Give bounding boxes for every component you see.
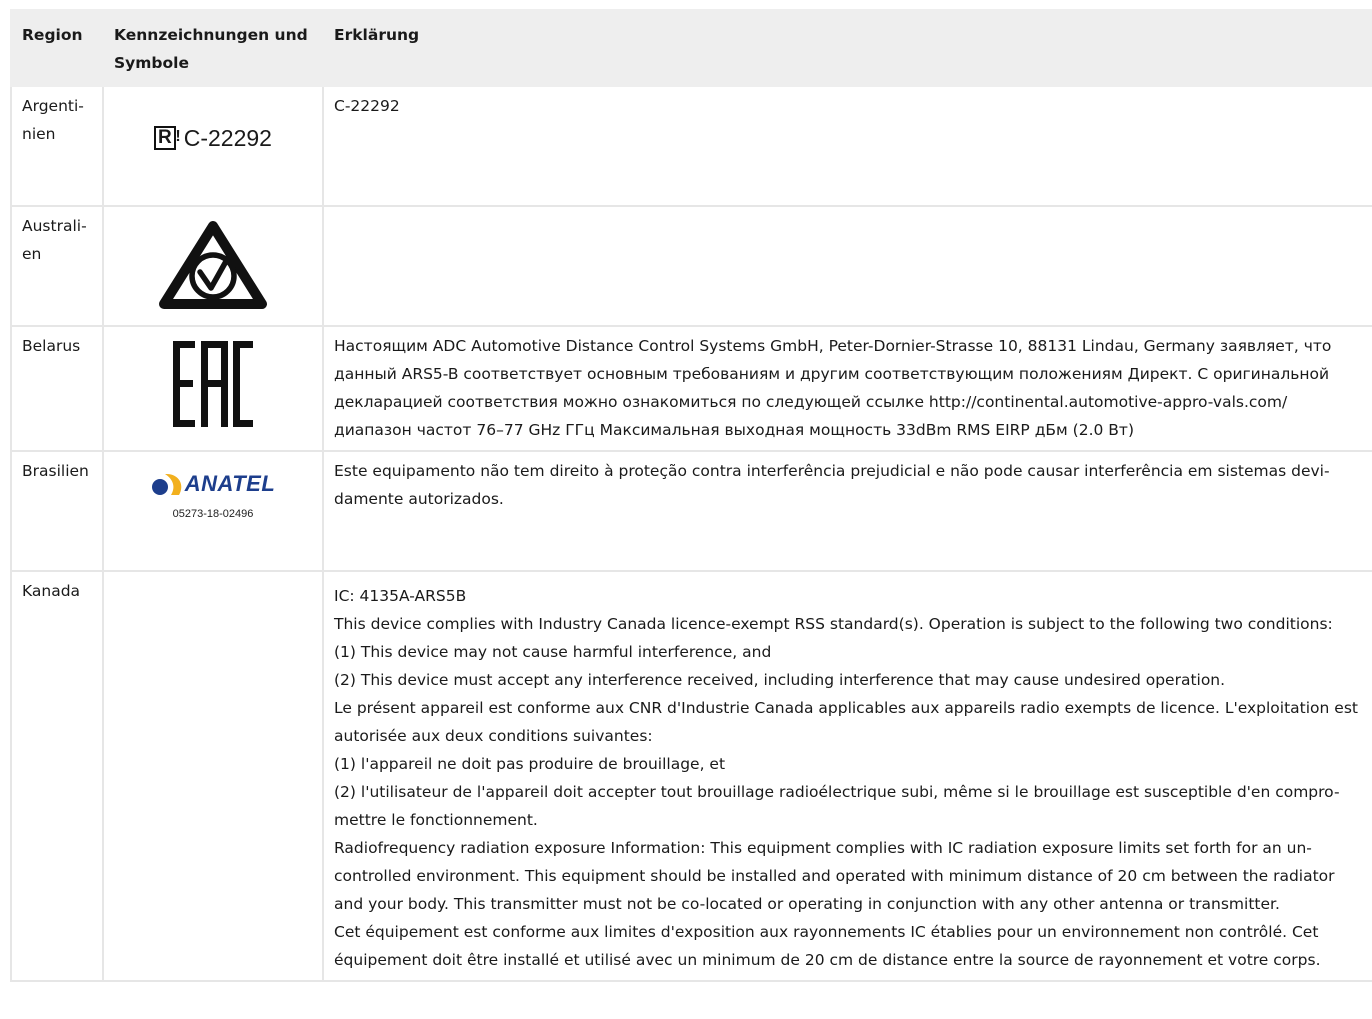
table-row-brazil: Brasilien ANATEL 05273-18-02496 Este equ… <box>10 450 1372 572</box>
mark-cell <box>102 570 324 982</box>
canada-paragraph: (2) l'utilisateur de l'appareil doit acc… <box>334 783 1340 829</box>
header-marks: Kennzeichnungen und Symbole <box>102 9 324 87</box>
mark-cell <box>102 325 324 452</box>
anatel-logo-icon <box>151 473 182 495</box>
regulatory-table: Region Kennzeichnungen und Symbole Erklä… <box>10 9 1372 982</box>
anatel-number: 05273-18-02496 <box>172 508 254 520</box>
table-row-australia: Australi-en <box>10 205 1372 327</box>
explanation-cell: Настоящим ADC Automotive Distance Contro… <box>322 325 1372 452</box>
r-registration-icon: R <box>154 126 180 150</box>
header-region: Region <box>10 9 104 87</box>
regulatory-table-container: Region Kennzeichnungen und Symbole Erklä… <box>10 9 1372 982</box>
header-explanation: Erklärung <box>322 9 1372 87</box>
mark-cell: R C-22292 <box>102 85 324 207</box>
canada-paragraph: (2) This device must accept any interfer… <box>334 671 1226 689</box>
mark-cell <box>102 205 324 327</box>
canada-paragraph: IC: 4135A-ARS5B <box>334 587 467 605</box>
canada-paragraph: Cet équipement est conforme aux limites … <box>334 923 1321 969</box>
rcm-icon <box>159 221 267 309</box>
table-row-canada: Kanada IC: 4135A-ARS5B This device compl… <box>10 570 1372 982</box>
canada-paragraph: Radiofrequency radiation exposure Inform… <box>334 839 1335 913</box>
explanation-cell: C-22292 <box>322 85 1372 207</box>
region-cell: Australi-en <box>10 205 104 327</box>
region-cell: Brasilien <box>10 450 104 572</box>
mark-cell: ANATEL 05273-18-02496 <box>102 450 324 572</box>
canada-paragraph: This device complies with Industry Canad… <box>334 615 1333 633</box>
region-cell: Argenti-nien <box>10 85 104 207</box>
region-cell: Belarus <box>10 325 104 452</box>
explanation-cell <box>322 205 1372 327</box>
anatel-mark: ANATEL 05273-18-02496 <box>151 470 276 528</box>
table-header-row: Region Kennzeichnungen und Symbole Erklä… <box>10 9 1372 87</box>
argentina-mark: R C-22292 <box>154 124 272 152</box>
region-cell: Kanada <box>10 570 104 982</box>
canada-paragraph: (1) This device may not cause harmful in… <box>334 643 772 661</box>
canada-paragraph: (1) l'appareil ne doit pas produire de b… <box>334 755 726 773</box>
argentina-mark-code: C-22292 <box>183 125 272 151</box>
explanation-cell: Este equipamento não tem direito à prote… <box>322 450 1372 572</box>
table-row-argentina: Argenti-nien R C-22292 C-22292 <box>10 85 1372 207</box>
anatel-wordmark: ANATEL <box>184 471 276 496</box>
explanation-cell: IC: 4135A-ARS5B This device complies wit… <box>322 570 1372 982</box>
eac-icon <box>173 341 253 427</box>
table-row-belarus: Belarus Настоящим ADC Automotive Distanc… <box>10 325 1372 452</box>
canada-paragraph: Le présent appareil est conforme aux CNR… <box>334 699 1358 745</box>
